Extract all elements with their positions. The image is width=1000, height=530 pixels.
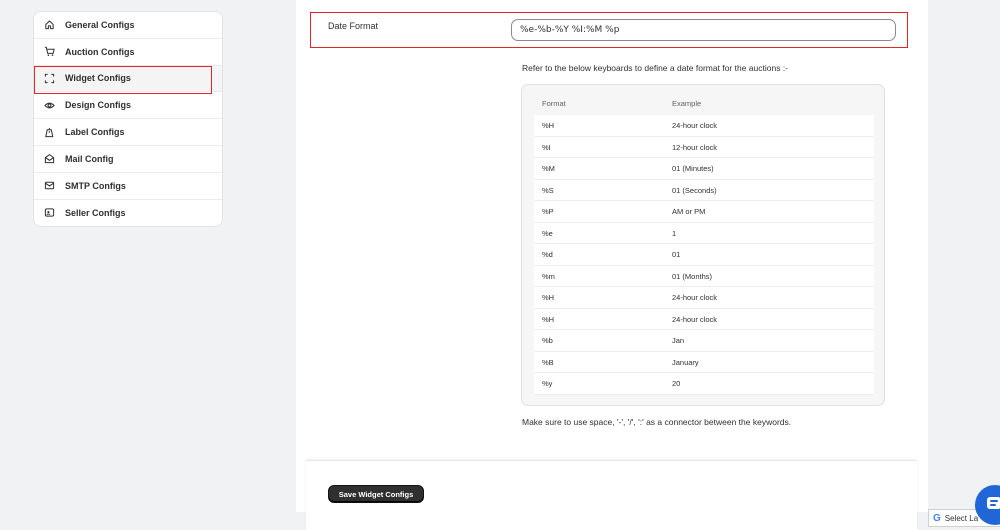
table-row: %S 01 (Seconds): [534, 179, 874, 201]
format-cell: %M: [542, 164, 555, 173]
save-widget-configs-button[interactable]: Save Widget Configs: [328, 485, 424, 503]
format-cell: %H: [542, 121, 555, 130]
format-cell: %I: [542, 142, 551, 152]
sidebar-item-widget-configs[interactable]: Widget Configs: [34, 65, 222, 94]
table-row: %P AM or PM: [534, 201, 874, 223]
example-cell: Jan: [672, 336, 685, 345]
example-cell: 1: [672, 228, 677, 238]
format-cell: %e: [542, 228, 553, 238]
format-cell: %b: [542, 336, 553, 345]
date-format-row: Date Format %e-%b-%Y %I:%M %p: [310, 12, 908, 48]
table-row: %y 20: [534, 373, 874, 395]
envelope-icon: [43, 180, 55, 192]
sidebar-item-label: SMTP Configs: [65, 180, 126, 191]
table-row: %H 24-hour clock: [534, 308, 874, 330]
column-header-example: Example: [672, 99, 702, 108]
table-header: Format Example: [534, 99, 874, 113]
auction-icon: [43, 46, 55, 58]
connector-note: Make sure to use space, '-', '/', ':' as…: [522, 417, 792, 427]
table-row: %H 24-hour clock: [534, 287, 874, 309]
sidebar-item-mail-config[interactable]: Mail Config: [34, 146, 222, 173]
sidebar-item-general-configs[interactable]: General Configs: [34, 12, 222, 39]
example-cell: 24-hour clock: [672, 293, 718, 302]
format-cell: %m: [542, 271, 555, 281]
chat-icon: [987, 497, 1000, 509]
example-cell: 01: [672, 250, 681, 259]
eye-icon: [43, 99, 55, 111]
format-cell: %y: [542, 379, 553, 388]
sidebar-item-label: Seller Configs: [65, 207, 126, 218]
date-format-label: Date Format: [328, 21, 379, 31]
table-row: %d 01: [534, 244, 874, 266]
example-cell: 20: [672, 379, 681, 388]
save-section: Save Widget Configs: [306, 460, 917, 530]
table-row: %e 1: [534, 222, 874, 244]
format-cell: %B: [542, 357, 554, 367]
table-row: %B January: [534, 351, 874, 373]
seller-icon: [43, 207, 55, 219]
format-cell: %H: [542, 314, 555, 324]
sidebar-item-seller-configs[interactable]: Seller Configs: [34, 200, 222, 227]
sidebar-item-label: Design Configs: [65, 100, 132, 111]
format-cell: %P: [542, 207, 554, 216]
sidebar-item-label: Widget Configs: [65, 73, 131, 84]
sidebar-item-label: General Configs: [65, 19, 135, 30]
sidebar-item-auction-configs[interactable]: Auction Configs: [34, 39, 222, 66]
sidebar-item-label-configs[interactable]: Label Configs: [34, 119, 222, 146]
select-language-label: Select La: [944, 513, 979, 523]
example-cell: 01 (Minutes): [672, 164, 714, 173]
widget-icon: [43, 72, 55, 84]
widget-configs-panel: Date Format %e-%b-%Y %I:%M %p Refer to t…: [296, 0, 928, 512]
table-row: %m 01 (Months): [534, 265, 874, 287]
google-logo-icon: G: [933, 512, 941, 524]
table-row: %M 01 (Minutes): [534, 158, 874, 180]
date-format-input[interactable]: %e-%b-%Y %I:%M %p: [511, 19, 896, 41]
example-cell: 01 (Seconds): [672, 185, 717, 195]
example-cell: 12-hour clock: [672, 142, 718, 152]
sidebar-item-label: Auction Configs: [65, 46, 135, 57]
example-cell: 24-hour clock: [672, 121, 718, 130]
sidebar-item-design-configs[interactable]: Design Configs: [34, 92, 222, 120]
label-icon: [43, 126, 55, 138]
table-row: %b Jan: [534, 330, 874, 352]
format-cell: %d: [542, 250, 553, 259]
config-sidebar: General Configs Auction Configs Widget C…: [33, 11, 223, 228]
format-cell: %S: [542, 185, 554, 195]
table-body: %H 24-hour clock %I 12-hour clock %M 01 (Mi…: [534, 115, 874, 395]
sidebar-item-label: Mail Config: [65, 153, 114, 164]
table-row: %I 12-hour clock: [534, 136, 874, 158]
mail-icon: [43, 153, 55, 165]
column-header-format: Format: [542, 99, 566, 108]
example-cell: AM or PM: [672, 207, 706, 216]
date-format-reference-table: Format Example %H 24-hour clock %I 12-hour…: [521, 84, 885, 406]
date-format-help-text: Refer to the below keyboards to define a…: [522, 63, 789, 73]
example-cell: 01 (Months): [672, 271, 713, 281]
sidebar-item-smtp-configs[interactable]: SMTP Configs: [34, 173, 222, 200]
sidebar-item-label: Label Configs: [65, 127, 125, 138]
example-cell: January: [672, 357, 699, 367]
example-cell: 24-hour clock: [672, 314, 718, 324]
home-icon: [43, 19, 55, 31]
table-row: %H 24-hour clock: [534, 115, 874, 137]
format-cell: %H: [542, 293, 555, 302]
